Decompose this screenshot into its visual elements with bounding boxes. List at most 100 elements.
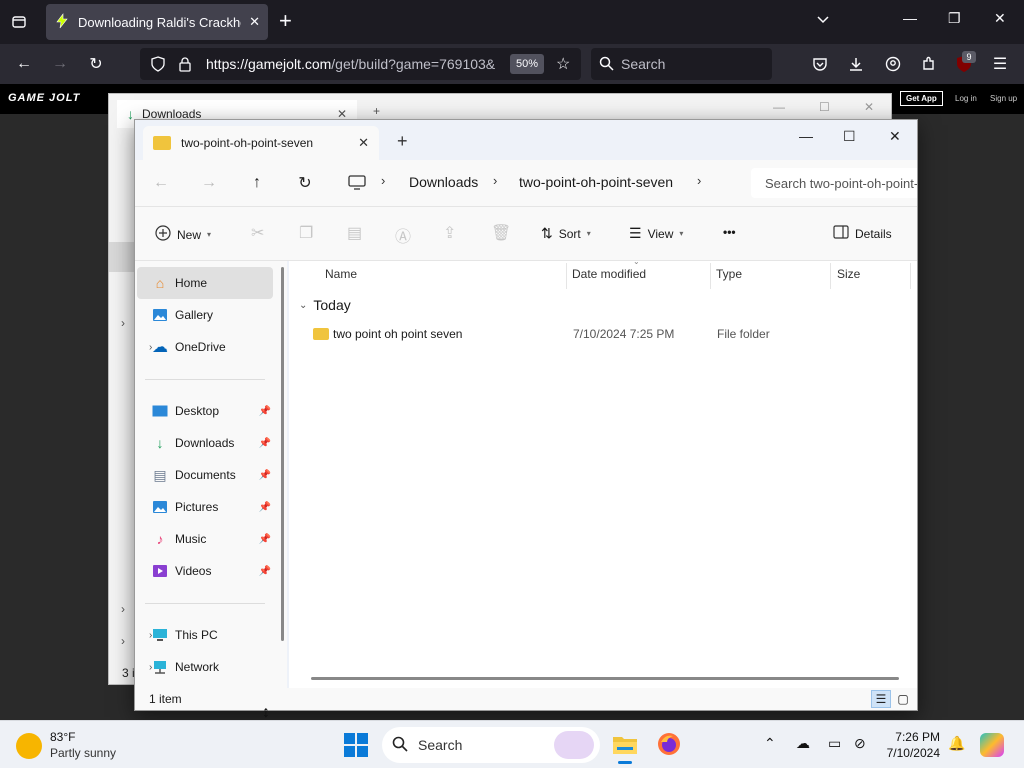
- signup-link[interactable]: Sign up: [990, 94, 1017, 103]
- nav-item-onedrive[interactable]: › ☁ OneDrive: [137, 331, 273, 363]
- share-icon[interactable]: ⇪: [443, 223, 456, 243]
- network-status-icon[interactable]: ⊘: [854, 735, 866, 752]
- chevron-right-icon[interactable]: ›: [121, 316, 125, 330]
- column-divider[interactable]: [910, 263, 911, 289]
- url-text[interactable]: https://gamejolt.com/get/build?game=7691…: [206, 56, 506, 72]
- column-header-date[interactable]: Date modified: [572, 267, 646, 281]
- view-button[interactable]: ☰ View ▾: [629, 225, 683, 242]
- close-window-icon[interactable]: ✕: [889, 128, 901, 145]
- breadcrumb-current-folder[interactable]: two-point-oh-point-seven: [519, 174, 673, 190]
- tiles-view-icon[interactable]: ▢: [893, 690, 913, 708]
- nav-item-music[interactable]: ♪ Music 📌: [137, 523, 273, 555]
- new-tab-button[interactable]: +: [279, 10, 292, 32]
- new-button[interactable]: New ▾: [155, 225, 211, 244]
- new-tab-icon[interactable]: +: [373, 104, 380, 118]
- column-divider[interactable]: [710, 263, 711, 289]
- new-tab-button[interactable]: +: [397, 132, 408, 150]
- forward-arrow-icon[interactable]: →: [49, 53, 71, 75]
- nav-item-desktop[interactable]: Desktop 📌: [137, 395, 273, 427]
- cut-icon[interactable]: ✂: [251, 223, 264, 243]
- taskbar-clock[interactable]: 7:26 PM 7/10/2024: [882, 729, 940, 761]
- chevron-up-icon[interactable]: ⌃: [764, 735, 776, 752]
- gamejolt-logo[interactable]: GAME JOLT: [8, 92, 80, 104]
- nav-scrollbar[interactable]: [281, 267, 284, 641]
- nav-item-this-pc[interactable]: › This PC: [137, 619, 273, 651]
- back-arrow-icon[interactable]: ←: [151, 173, 171, 193]
- nav-item-home[interactable]: ⌂ Home: [137, 267, 273, 299]
- reload-icon[interactable]: ↻: [85, 53, 107, 75]
- pin-icon[interactable]: 📌: [259, 502, 271, 513]
- browser-search-input[interactable]: Search: [591, 48, 772, 80]
- bell-icon[interactable]: 🔔: [948, 735, 965, 752]
- column-header-type[interactable]: Type: [716, 267, 742, 281]
- copy-icon[interactable]: ❐: [299, 223, 313, 243]
- minimize-icon[interactable]: ―: [773, 100, 785, 114]
- login-link[interactable]: Log in: [955, 94, 977, 103]
- rename-icon[interactable]: Ⓐ: [395, 223, 411, 247]
- restore-icon[interactable]: ❐: [948, 10, 961, 27]
- pin-icon[interactable]: 📌: [259, 438, 271, 449]
- zoom-level[interactable]: 50%: [510, 54, 544, 74]
- column-header-size[interactable]: Size: [837, 267, 860, 281]
- chevron-right-icon[interactable]: ›: [121, 602, 125, 616]
- close-tab-icon[interactable]: ✕: [358, 135, 369, 151]
- chevron-right-icon[interactable]: ›: [381, 173, 385, 188]
- refresh-icon[interactable]: ↻: [295, 173, 315, 193]
- pin-icon[interactable]: 📌: [259, 534, 271, 545]
- column-divider[interactable]: [830, 263, 831, 289]
- get-app-button[interactable]: Get App: [900, 91, 943, 106]
- cloud-off-icon[interactable]: ☁: [796, 735, 810, 752]
- group-header-today[interactable]: ⌄ Today: [299, 297, 351, 313]
- windows-start-icon[interactable]: [344, 733, 368, 757]
- pin-icon[interactable]: 📌: [259, 566, 271, 577]
- details-view-icon[interactable]: ☰: [871, 690, 891, 708]
- close-tab-icon[interactable]: ✕: [249, 14, 260, 30]
- chevron-right-icon[interactable]: ›: [149, 630, 152, 641]
- maximize-icon[interactable]: ☐: [819, 100, 830, 114]
- file-explorer-taskbar-icon[interactable]: [610, 729, 640, 764]
- nav-item-documents[interactable]: ▤ Documents 📌: [137, 459, 273, 491]
- back-arrow-icon[interactable]: ←: [13, 53, 35, 75]
- minimize-icon[interactable]: ―: [903, 10, 917, 26]
- url-bar[interactable]: https://gamejolt.com/get/build?game=7691…: [140, 48, 581, 80]
- extensions-icon[interactable]: [918, 53, 940, 75]
- chevron-right-icon[interactable]: ›: [121, 634, 125, 648]
- nav-item-network[interactable]: › Network: [137, 651, 273, 683]
- downloads-icon[interactable]: [845, 53, 867, 75]
- nav-item-videos[interactable]: Videos 📌: [137, 555, 273, 587]
- explorer-tab[interactable]: two-point-oh-point-seven ✕: [143, 126, 379, 160]
- account-icon[interactable]: [882, 53, 904, 75]
- column-header-name[interactable]: Name: [325, 267, 357, 281]
- monitor-icon[interactable]: [347, 173, 367, 193]
- explorer-window[interactable]: two-point-oh-point-seven ✕ + ― ☐ ✕ ← → ↑…: [134, 119, 918, 711]
- sort-button[interactable]: ⇅ Sort ▾: [541, 225, 591, 242]
- copilot-icon[interactable]: [980, 733, 1004, 757]
- pin-icon[interactable]: 📌: [259, 406, 271, 417]
- pocket-icon[interactable]: [809, 53, 831, 75]
- firefox-taskbar-icon[interactable]: [654, 729, 684, 759]
- chevron-right-icon[interactable]: ›: [149, 662, 152, 673]
- star-icon[interactable]: ☆: [556, 54, 570, 74]
- taskbar-search-input[interactable]: Search: [382, 727, 600, 763]
- weather-widget[interactable]: 83°F Partly sunny: [16, 729, 126, 761]
- nav-item-downloads[interactable]: ↓ Downloads 📌: [137, 427, 273, 459]
- chevron-down-icon[interactable]: [816, 12, 830, 29]
- lock-icon[interactable]: [178, 56, 192, 75]
- horizontal-scrollbar[interactable]: [311, 677, 899, 680]
- table-row[interactable]: two point oh point seven 7/10/2024 7:25 …: [289, 323, 909, 345]
- explorer-search-input[interactable]: Search two-point-oh-point-seven: [751, 168, 917, 198]
- list-all-tabs-icon[interactable]: [8, 11, 30, 33]
- display-icon[interactable]: ▭: [828, 735, 841, 752]
- hamburger-menu-icon[interactable]: ☰: [989, 53, 1011, 75]
- nav-item-pictures[interactable]: Pictures 📌: [137, 491, 273, 523]
- chevron-right-icon[interactable]: ›: [493, 173, 497, 188]
- shield-icon[interactable]: [150, 56, 166, 75]
- close-window-icon[interactable]: ✕: [864, 100, 874, 114]
- details-button[interactable]: Details: [833, 225, 892, 242]
- maximize-icon[interactable]: ☐: [843, 128, 856, 145]
- pin-icon[interactable]: 📌: [259, 470, 271, 481]
- up-arrow-icon[interactable]: ↑: [247, 173, 267, 193]
- column-divider[interactable]: [566, 263, 567, 289]
- chevron-right-icon[interactable]: ›: [697, 173, 701, 188]
- paste-icon[interactable]: ▤: [347, 223, 362, 243]
